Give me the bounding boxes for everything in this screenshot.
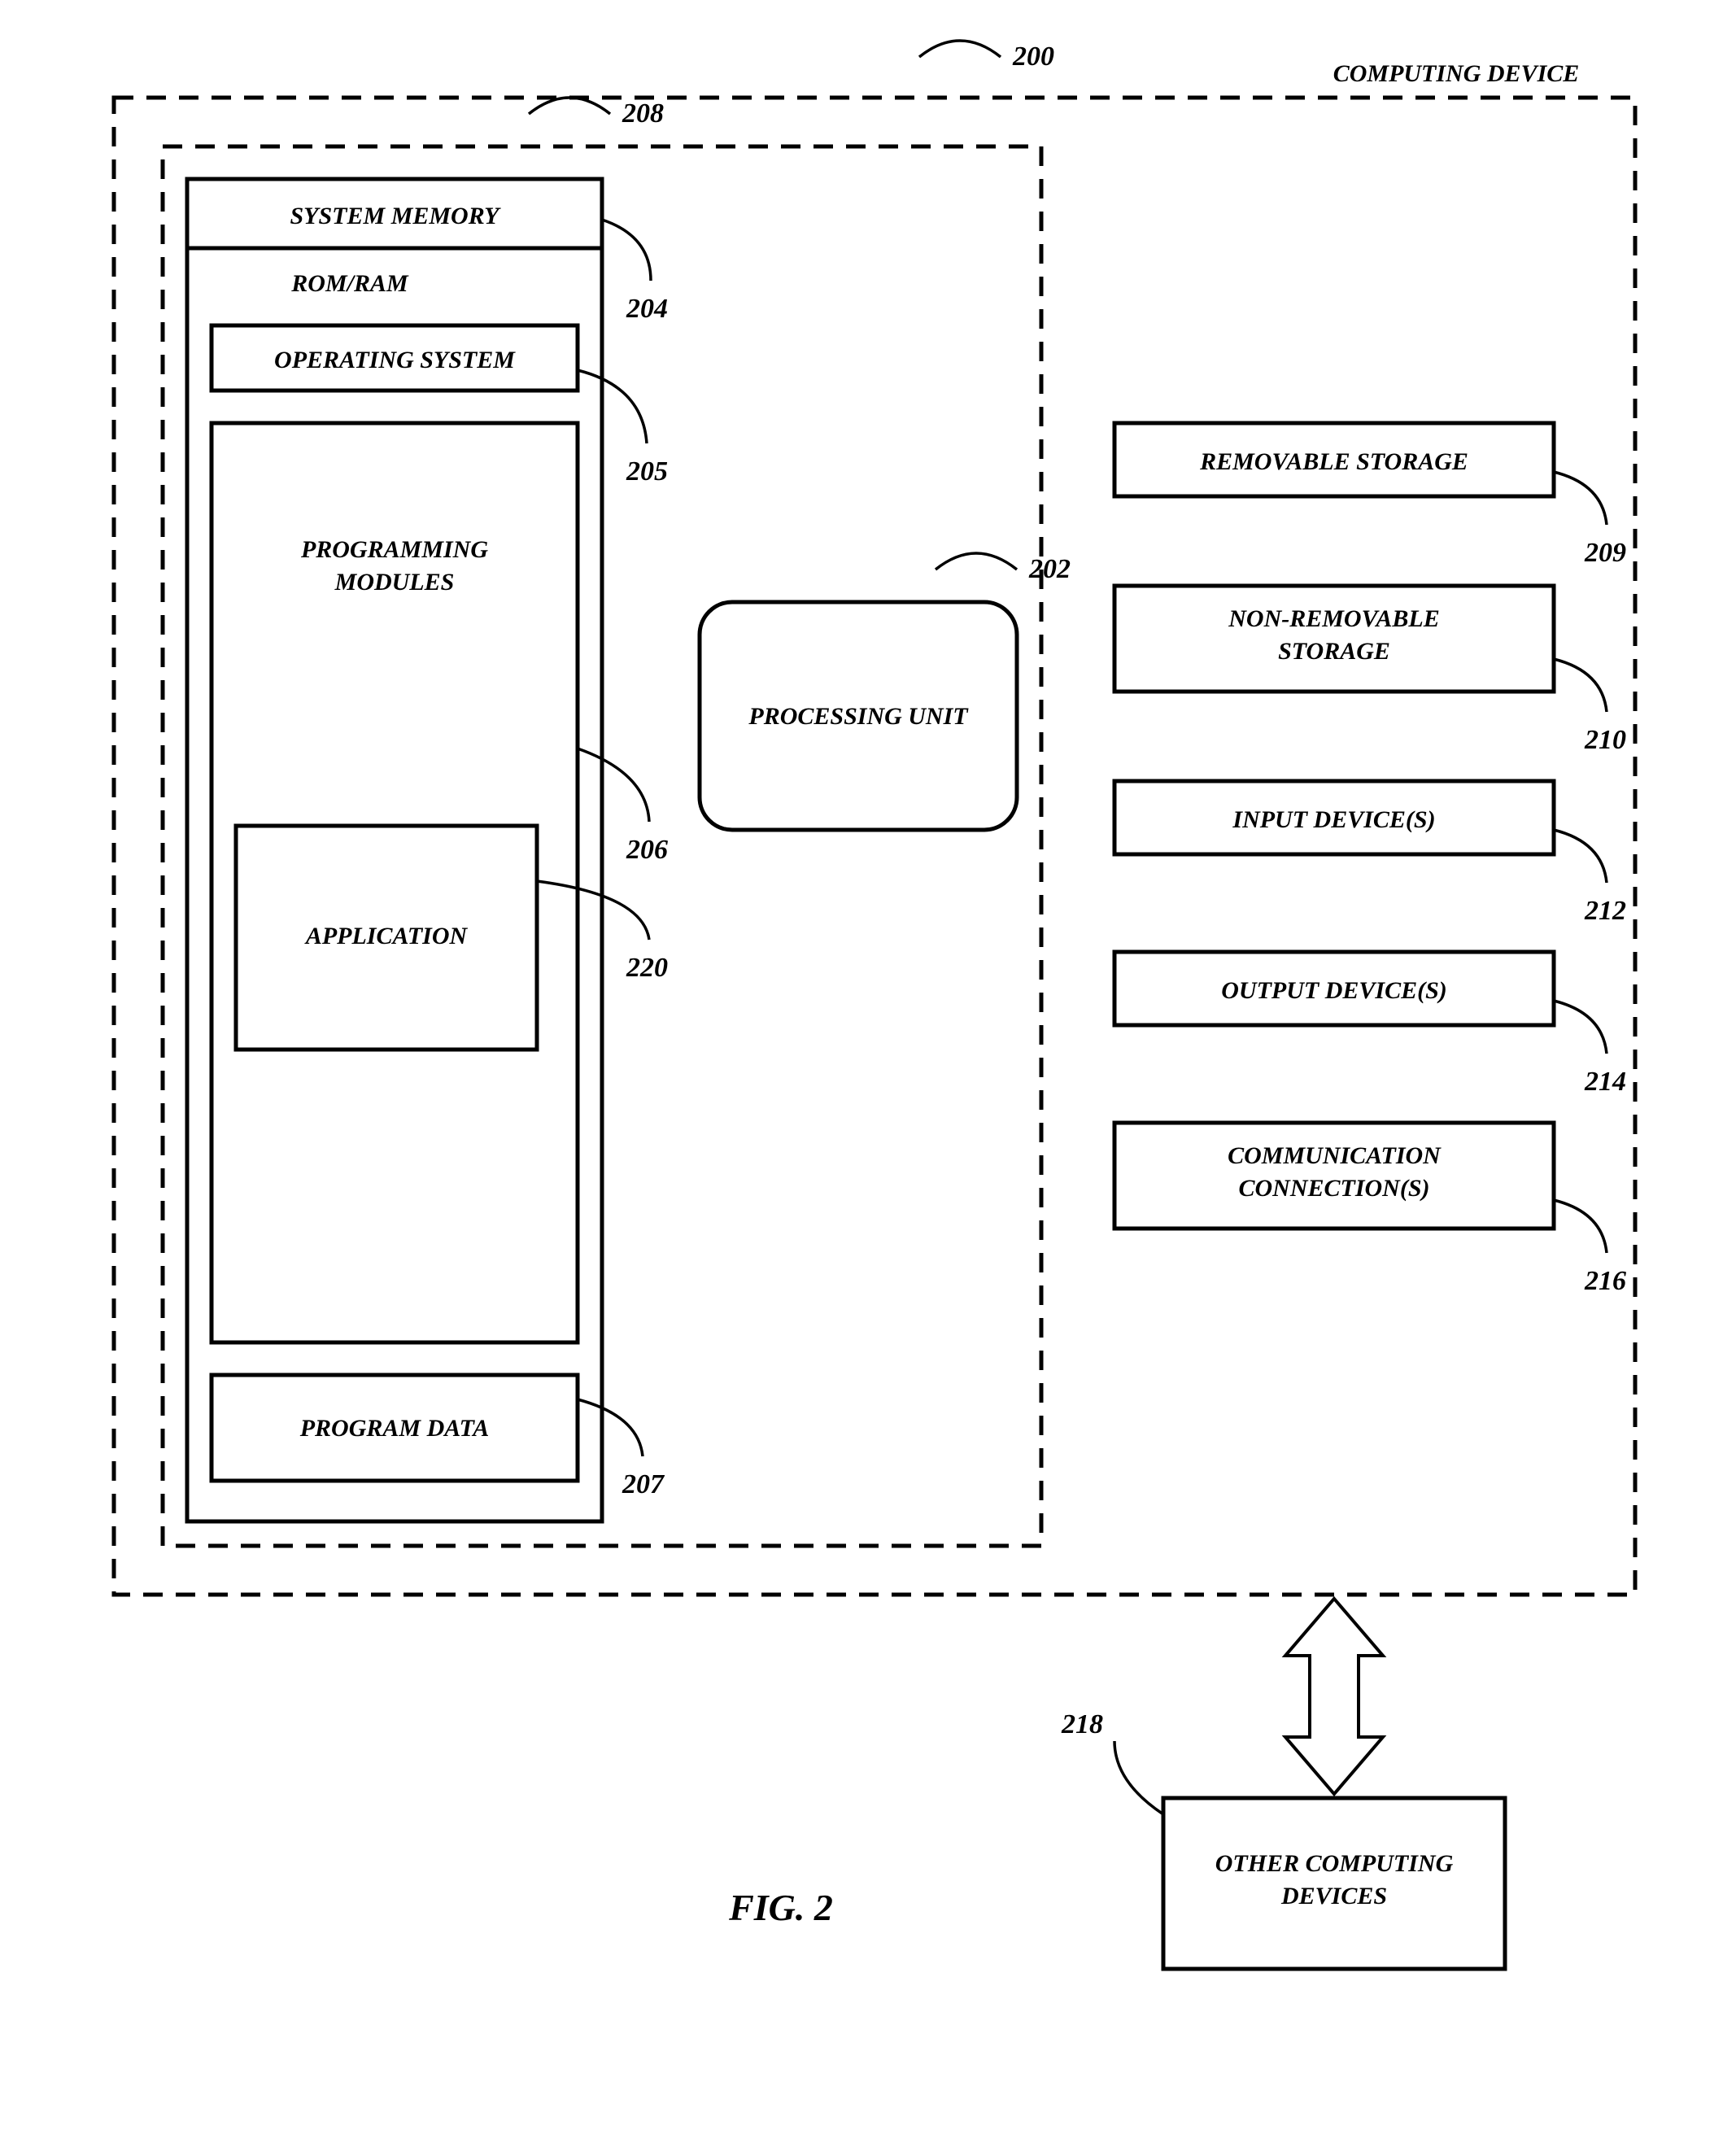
ref-206: 206 <box>626 835 668 865</box>
other-computing-devices-label-1: OTHER COMPUTING <box>1215 1850 1454 1877</box>
leader-204 <box>602 220 651 281</box>
processing-unit-label: PROCESSING UNIT <box>748 703 969 730</box>
ref-214: 214 <box>1584 1067 1626 1097</box>
leader-218 <box>1114 1741 1163 1814</box>
romram-label: ROM/RAM <box>290 270 409 297</box>
program-data-label: PROGRAM DATA <box>299 1415 490 1442</box>
leader-200 <box>919 41 1001 57</box>
leader-202 <box>936 553 1017 570</box>
non-removable-storage-label-2: STORAGE <box>1278 638 1390 665</box>
operating-system-label: OPERATING SYSTEM <box>274 347 516 373</box>
leader-208 <box>529 98 610 114</box>
programming-modules-label-1: PROGRAMMING <box>300 536 488 563</box>
communication-connections-label-1: COMMUNICATION <box>1228 1142 1442 1169</box>
ref-207: 207 <box>622 1469 665 1499</box>
figure-caption: FIG. 2 <box>728 1887 833 1928</box>
ref-218: 218 <box>1061 1709 1103 1739</box>
ref-212: 212 <box>1584 896 1626 926</box>
leader-212 <box>1554 830 1607 883</box>
programming-modules-label-2: MODULES <box>334 569 455 596</box>
system-memory-label: SYSTEM MEMORY <box>290 203 501 229</box>
ref-205: 205 <box>626 456 668 487</box>
removable-storage-label: REMOVABLE STORAGE <box>1199 448 1468 475</box>
other-computing-devices-label-2: DEVICES <box>1280 1883 1387 1909</box>
ref-204: 204 <box>626 294 668 324</box>
ref-208: 208 <box>622 98 664 129</box>
input-devices-label: INPUT DEVICE(S) <box>1232 806 1435 833</box>
diagram-root: COMPUTING DEVICE 200 208 SYSTEM MEMORY R… <box>0 0 1736 2143</box>
ref-209: 209 <box>1584 538 1626 568</box>
leader-216 <box>1554 1200 1607 1253</box>
computing-device-label: COMPUTING DEVICE <box>1333 60 1580 87</box>
non-removable-storage-label-1: NON-REMOVABLE <box>1228 605 1439 632</box>
ref-220: 220 <box>626 953 668 983</box>
ref-216: 216 <box>1584 1266 1626 1296</box>
leader-210 <box>1554 659 1607 712</box>
ref-210: 210 <box>1584 725 1626 755</box>
ref-200: 200 <box>1012 41 1054 72</box>
output-devices-label: OUTPUT DEVICE(S) <box>1221 977 1447 1004</box>
application-label: APPLICATION <box>304 923 469 949</box>
leader-209 <box>1554 472 1607 525</box>
ref-202: 202 <box>1028 554 1071 584</box>
communication-connections-label-2: CONNECTION(S) <box>1238 1175 1429 1202</box>
double-arrow-icon <box>1285 1599 1383 1794</box>
leader-214 <box>1554 1001 1607 1054</box>
